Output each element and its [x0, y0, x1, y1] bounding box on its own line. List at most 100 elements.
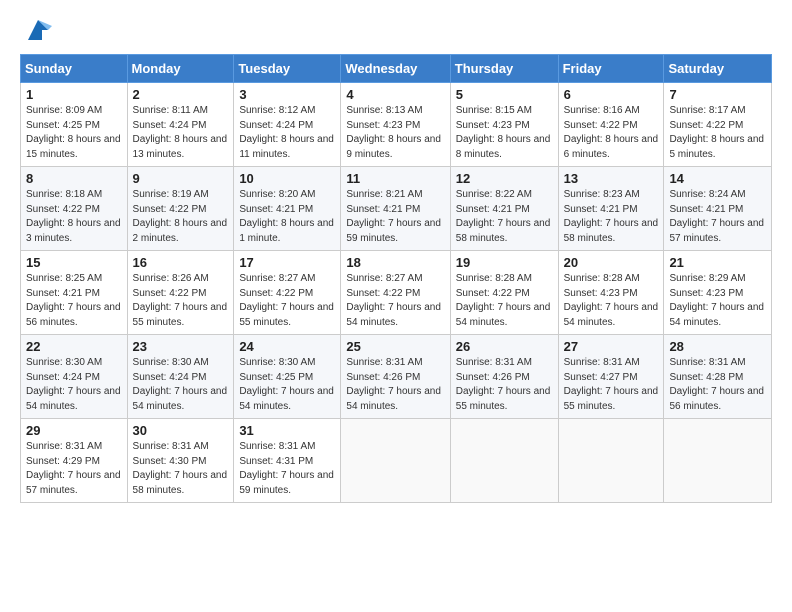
- header-day-monday: Monday: [127, 55, 234, 83]
- calendar-cell: 29 Sunrise: 8:31 AMSunset: 4:29 PMDayligh…: [21, 419, 128, 503]
- day-info: Sunrise: 8:26 AMSunset: 4:22 PMDaylight:…: [133, 272, 229, 330]
- calendar-cell: 4 Sunrise: 8:13 AMSunset: 4:23 PMDaylight…: [341, 83, 450, 167]
- day-number: 4: [346, 87, 444, 102]
- calendar-cell: 28 Sunrise: 8:31 AMSunset: 4:28 PMDayligh…: [664, 335, 772, 419]
- day-number: 22: [26, 339, 122, 354]
- week-row-4: 22 Sunrise: 8:30 AMSunset: 4:24 PMDayligh…: [21, 335, 772, 419]
- day-info: Sunrise: 8:23 AMSunset: 4:21 PMDaylight:…: [564, 188, 659, 246]
- day-number: 30: [133, 423, 229, 438]
- logo-icon: [24, 16, 52, 44]
- page: SundayMondayTuesdayWednesdayThursdayFrid…: [0, 0, 792, 612]
- calendar-cell: 16 Sunrise: 8:26 AMSunset: 4:22 PMDayligh…: [127, 251, 234, 335]
- day-info: Sunrise: 8:29 AMSunset: 4:23 PMDaylight:…: [669, 272, 766, 330]
- day-info: Sunrise: 8:31 AMSunset: 4:30 PMDaylight:…: [133, 440, 229, 498]
- day-info: Sunrise: 8:16 AMSunset: 4:22 PMDaylight:…: [564, 104, 659, 162]
- day-number: 7: [669, 87, 766, 102]
- calendar-cell: [450, 419, 558, 503]
- day-info: Sunrise: 8:24 AMSunset: 4:21 PMDaylight:…: [669, 188, 766, 246]
- calendar-cell: 23Sunrise: 8:30 AMSunset: 4:24 PMDayligh…: [127, 335, 234, 419]
- week-row-3: 15 Sunrise: 8:25 AMSunset: 4:21 PMDayligh…: [21, 251, 772, 335]
- day-number: 12: [456, 171, 553, 186]
- day-info: Sunrise: 8:12 AMSunset: 4:24 PMDaylight:…: [239, 104, 335, 162]
- calendar-cell: 26 Sunrise: 8:31 AMSunset: 4:26 PMDayligh…: [450, 335, 558, 419]
- day-info: Sunrise: 8:18 AMSunset: 4:22 PMDaylight:…: [26, 188, 122, 246]
- day-number: 24: [239, 339, 335, 354]
- day-number: 21: [669, 255, 766, 270]
- day-number: 14: [669, 171, 766, 186]
- day-number: 15: [26, 255, 122, 270]
- day-number: 18: [346, 255, 444, 270]
- header-day-wednesday: Wednesday: [341, 55, 450, 83]
- calendar-cell: 12Sunrise: 8:22 AMSunset: 4:21 PMDayligh…: [450, 167, 558, 251]
- day-number: 10: [239, 171, 335, 186]
- calendar-cell: 1 Sunrise: 8:09 AMSunset: 4:25 PMDaylight…: [21, 83, 128, 167]
- calendar-cell: 27Sunrise: 8:31 AMSunset: 4:27 PMDayligh…: [558, 335, 664, 419]
- calendar-table: SundayMondayTuesdayWednesdayThursdayFrid…: [20, 54, 772, 503]
- calendar-cell: 8 Sunrise: 8:18 AMSunset: 4:22 PMDaylight…: [21, 167, 128, 251]
- calendar-cell: 22 Sunrise: 8:30 AMSunset: 4:24 PMDayligh…: [21, 335, 128, 419]
- logo: [20, 16, 52, 44]
- day-number: 29: [26, 423, 122, 438]
- calendar-cell: 11 Sunrise: 8:21 AMSunset: 4:21 PMDayligh…: [341, 167, 450, 251]
- calendar-cell: 5Sunrise: 8:15 AMSunset: 4:23 PMDaylight…: [450, 83, 558, 167]
- header-day-tuesday: Tuesday: [234, 55, 341, 83]
- calendar-cell: 6Sunrise: 8:16 AMSunset: 4:22 PMDaylight…: [558, 83, 664, 167]
- day-info: Sunrise: 8:13 AMSunset: 4:23 PMDaylight:…: [346, 104, 444, 162]
- day-number: 26: [456, 339, 553, 354]
- calendar-cell: 14 Sunrise: 8:24 AMSunset: 4:21 PMDayligh…: [664, 167, 772, 251]
- day-number: 13: [564, 171, 659, 186]
- day-info: Sunrise: 8:11 AMSunset: 4:24 PMDaylight:…: [133, 104, 229, 162]
- day-info: Sunrise: 8:25 AMSunset: 4:21 PMDaylight:…: [26, 272, 122, 330]
- day-info: Sunrise: 8:15 AMSunset: 4:23 PMDaylight:…: [456, 104, 553, 162]
- day-number: 8: [26, 171, 122, 186]
- day-info: Sunrise: 8:20 AMSunset: 4:21 PMDaylight:…: [239, 188, 335, 246]
- day-number: 1: [26, 87, 122, 102]
- day-number: 25: [346, 339, 444, 354]
- day-number: 19: [456, 255, 553, 270]
- day-info: Sunrise: 8:30 AMSunset: 4:25 PMDaylight:…: [239, 356, 335, 414]
- header: [20, 16, 772, 44]
- calendar-cell: [664, 419, 772, 503]
- day-info: Sunrise: 8:28 AMSunset: 4:23 PMDaylight:…: [564, 272, 659, 330]
- header-day-saturday: Saturday: [664, 55, 772, 83]
- calendar-cell: 17Sunrise: 8:27 AMSunset: 4:22 PMDayligh…: [234, 251, 341, 335]
- day-number: 23: [133, 339, 229, 354]
- calendar-cell: [558, 419, 664, 503]
- calendar-cell: 7 Sunrise: 8:17 AMSunset: 4:22 PMDaylight…: [664, 83, 772, 167]
- day-info: Sunrise: 8:21 AMSunset: 4:21 PMDaylight:…: [346, 188, 444, 246]
- calendar-cell: 9 Sunrise: 8:19 AMSunset: 4:22 PMDaylight…: [127, 167, 234, 251]
- calendar-cell: 15 Sunrise: 8:25 AMSunset: 4:21 PMDayligh…: [21, 251, 128, 335]
- day-info: Sunrise: 8:19 AMSunset: 4:22 PMDaylight:…: [133, 188, 229, 246]
- day-number: 17: [239, 255, 335, 270]
- day-info: Sunrise: 8:31 AMSunset: 4:26 PMDaylight:…: [346, 356, 444, 414]
- week-row-5: 29 Sunrise: 8:31 AMSunset: 4:29 PMDayligh…: [21, 419, 772, 503]
- day-info: Sunrise: 8:31 AMSunset: 4:29 PMDaylight:…: [26, 440, 122, 498]
- header-row: SundayMondayTuesdayWednesdayThursdayFrid…: [21, 55, 772, 83]
- day-number: 16: [133, 255, 229, 270]
- day-number: 20: [564, 255, 659, 270]
- calendar-cell: 25 Sunrise: 8:31 AMSunset: 4:26 PMDayligh…: [341, 335, 450, 419]
- week-row-2: 8 Sunrise: 8:18 AMSunset: 4:22 PMDaylight…: [21, 167, 772, 251]
- day-number: 9: [133, 171, 229, 186]
- calendar-cell: 21 Sunrise: 8:29 AMSunset: 4:23 PMDayligh…: [664, 251, 772, 335]
- day-number: 2: [133, 87, 229, 102]
- day-info: Sunrise: 8:31 AMSunset: 4:31 PMDaylight:…: [239, 440, 335, 498]
- day-info: Sunrise: 8:27 AMSunset: 4:22 PMDaylight:…: [346, 272, 444, 330]
- day-info: Sunrise: 8:31 AMSunset: 4:28 PMDaylight:…: [669, 356, 766, 414]
- calendar-cell: 24 Sunrise: 8:30 AMSunset: 4:25 PMDayligh…: [234, 335, 341, 419]
- calendar-cell: 18 Sunrise: 8:27 AMSunset: 4:22 PMDayligh…: [341, 251, 450, 335]
- day-number: 28: [669, 339, 766, 354]
- calendar-cell: 31Sunrise: 8:31 AMSunset: 4:31 PMDayligh…: [234, 419, 341, 503]
- header-day-sunday: Sunday: [21, 55, 128, 83]
- day-info: Sunrise: 8:31 AMSunset: 4:26 PMDaylight:…: [456, 356, 553, 414]
- header-day-friday: Friday: [558, 55, 664, 83]
- week-row-1: 1 Sunrise: 8:09 AMSunset: 4:25 PMDaylight…: [21, 83, 772, 167]
- day-info: Sunrise: 8:30 AMSunset: 4:24 PMDaylight:…: [26, 356, 122, 414]
- calendar-cell: 2 Sunrise: 8:11 AMSunset: 4:24 PMDaylight…: [127, 83, 234, 167]
- header-day-thursday: Thursday: [450, 55, 558, 83]
- calendar-cell: 30 Sunrise: 8:31 AMSunset: 4:30 PMDayligh…: [127, 419, 234, 503]
- day-info: Sunrise: 8:17 AMSunset: 4:22 PMDaylight:…: [669, 104, 766, 162]
- day-number: 11: [346, 171, 444, 186]
- calendar-cell: 10 Sunrise: 8:20 AMSunset: 4:21 PMDayligh…: [234, 167, 341, 251]
- day-info: Sunrise: 8:09 AMSunset: 4:25 PMDaylight:…: [26, 104, 122, 162]
